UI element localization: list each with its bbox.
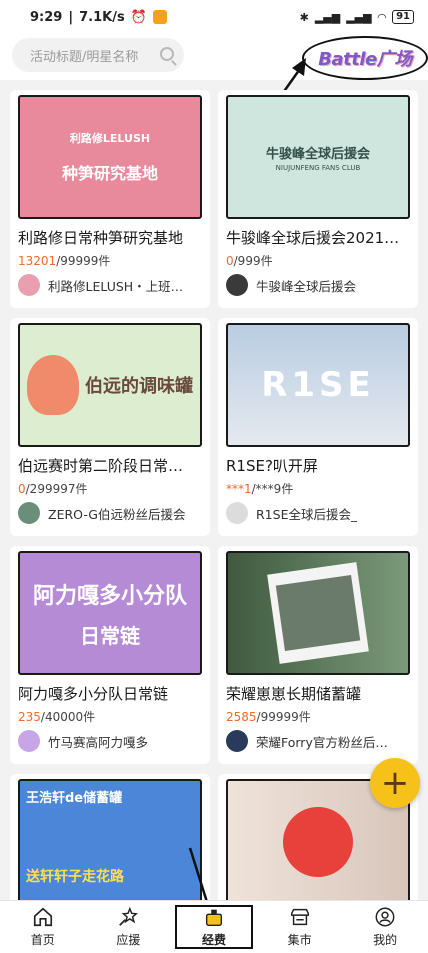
activity-card[interactable]: 伯远的调味罐 伯远赛时第二阶段日常… 0/299997件 ZERO-G伯远粉丝后… <box>10 318 210 536</box>
activity-card[interactable]: 牛骏峰全球后援会 NIUJUNFENG FANS CLUB 牛骏峰全球后援会20… <box>218 90 418 308</box>
create-fab-button[interactable]: + <box>370 758 420 808</box>
avatar <box>226 274 248 296</box>
status-time: 9:29 <box>30 9 63 25</box>
card-progress: 235/40000件 <box>18 710 96 724</box>
activity-grid: 利路修LELUSH 种笋研究基地 利路修日常种笋研究基地 13201/99999… <box>0 80 428 900</box>
home-icon <box>33 907 52 927</box>
card-image: 阿力嘎多小分队 日常链 <box>18 551 202 675</box>
fund-icon <box>205 909 223 926</box>
card-image: 牛骏峰全球后援会 NIUJUNFENG FANS CLUB <box>226 95 410 219</box>
avatar <box>226 730 248 752</box>
tab-support[interactable]: 应援 <box>86 901 172 953</box>
card-title: 牛骏峰全球后援会2021… <box>226 229 400 247</box>
avatar <box>18 274 40 296</box>
card-image: 利路修LELUSH 种笋研究基地 <box>18 95 202 219</box>
photo-subject <box>283 807 353 877</box>
status-speed: 7.1K/s <box>79 9 125 25</box>
battery-icon: 91 <box>392 10 414 24</box>
chibi-figure <box>27 355 79 415</box>
avatar <box>18 730 40 752</box>
card-owner[interactable]: 荣耀Forry官方粉丝后… <box>218 725 418 752</box>
photo-frame <box>267 562 369 664</box>
market-icon <box>290 908 309 926</box>
card-owner[interactable]: 牛骏峰全球后援会 <box>218 269 418 296</box>
card-title: 利路修日常种笋研究基地 <box>18 229 184 247</box>
tab-home[interactable]: 首页 <box>0 901 86 953</box>
avatar <box>226 502 248 524</box>
activity-card[interactable]: 利路修LELUSH 种笋研究基地 利路修日常种笋研究基地 13201/99999… <box>10 90 210 308</box>
header: 活动标题/明星名称 Battle广场 <box>0 34 428 80</box>
card-progress: ***1/***9件 <box>226 482 294 496</box>
card-progress: 0/999件 <box>226 254 273 268</box>
card-title: 阿力嘎多小分队日常链 <box>18 685 169 703</box>
star-wand-icon <box>119 906 139 926</box>
status-bar: 9:29 | 7.1K/s ⏰ ✱ ▂▄▆ ▂▄▆ ◠ 91 <box>0 0 428 34</box>
avatar <box>18 502 40 524</box>
activity-card[interactable]: 阿力嘎多小分队 日常链 阿力嘎多小分队日常链 235/40000件 竹马赛高阿力… <box>10 546 210 764</box>
card-title: R1SE?叭开屏 <box>226 457 318 475</box>
card-owner[interactable]: 利路修LELUSH・上班… <box>10 269 210 296</box>
card-title: 荣耀崽崽长期储蓄罐 <box>226 685 362 703</box>
card-progress: 0/299997件 <box>18 482 88 496</box>
search-placeholder: 活动标题/明星名称 <box>30 49 139 65</box>
profile-icon <box>375 907 395 927</box>
card-title: 伯远赛时第二阶段日常… <box>18 457 184 475</box>
bluetooth-icon: ✱ <box>299 10 309 24</box>
tab-profile[interactable]: 我的 <box>342 901 428 953</box>
bottom-tab-bar: 首页 应援 经费 集市 我的 <box>0 900 428 953</box>
battle-square-button[interactable]: Battle广场 <box>302 36 428 80</box>
tab-funds[interactable]: 经费 <box>171 901 257 953</box>
notification-icon <box>152 10 167 24</box>
search-icon[interactable] <box>160 47 174 61</box>
signal2-icon: ▂▄▆ <box>346 10 372 24</box>
tab-market[interactable]: 集市 <box>257 901 343 953</box>
card-owner[interactable]: R1SE全球后援会_ <box>218 497 418 524</box>
card-image: R1SE <box>226 323 410 447</box>
activity-card[interactable]: 荣耀崽崽长期储蓄罐 2585/99999件 荣耀Forry官方粉丝后… <box>218 546 418 764</box>
card-progress: 2585/99999件 <box>226 710 311 724</box>
search-input[interactable]: 活动标题/明星名称 <box>12 38 184 72</box>
activity-card[interactable]: R1SE R1SE?叭开屏 ***1/***9件 R1SE全球后援会_ <box>218 318 418 536</box>
alarm-icon: ⏰ <box>130 9 147 25</box>
card-owner[interactable]: 竹马赛高阿力嘎多 <box>10 725 210 752</box>
card-progress: 13201/99999件 <box>18 254 111 268</box>
card-image: 伯远的调味罐 <box>18 323 202 447</box>
signal-icon: ▂▄▆ <box>314 10 341 24</box>
wifi-icon: ◠ <box>377 10 387 24</box>
card-image <box>226 551 410 675</box>
activity-card[interactable]: 王浩轩de储蓄罐 送轩轩子走花路 <box>10 774 210 900</box>
card-owner[interactable]: ZERO-G伯远粉丝后援会 <box>10 497 210 524</box>
card-image: 王浩轩de储蓄罐 送轩轩子走花路 <box>18 779 202 900</box>
